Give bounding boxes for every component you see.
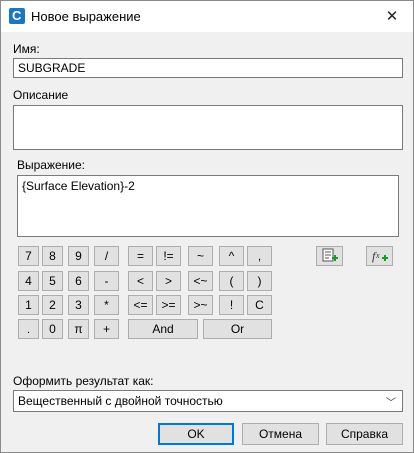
key-6[interactable]: 6 (68, 271, 89, 291)
key-5[interactable]: 5 (42, 271, 63, 291)
key-2[interactable]: 2 (42, 295, 63, 315)
key-comma[interactable]: , (247, 246, 272, 266)
key-less-approx[interactable]: <~ (188, 271, 213, 291)
key-close-paren[interactable]: ) (247, 271, 272, 291)
key-0[interactable]: 0 (42, 319, 63, 339)
key-approx[interactable]: ~ (188, 246, 213, 266)
result-format-dropdown[interactable]: Вещественный с двойной точностью ﹀ (13, 390, 403, 412)
key-divide[interactable]: / (94, 246, 119, 266)
description-input[interactable] (13, 105, 403, 150)
name-input[interactable]: SUBGRADE (13, 58, 403, 78)
close-icon[interactable]: ✕ (378, 4, 406, 29)
key-3[interactable]: 3 (68, 295, 89, 315)
key-greater[interactable]: > (156, 271, 181, 291)
key-and[interactable]: And (128, 319, 198, 339)
cancel-button[interactable]: Отмена (242, 423, 319, 445)
new-expression-dialog: C Новое выражение ✕ Имя: SUBGRADE Описан… (0, 0, 414, 453)
key-open-paren[interactable]: ( (219, 271, 244, 291)
key-plus[interactable]: + (94, 319, 119, 339)
key-1[interactable]: 1 (18, 295, 39, 315)
key-or[interactable]: Or (203, 319, 272, 339)
key-9[interactable]: 9 (68, 246, 89, 266)
key-multiply[interactable]: * (94, 295, 119, 315)
key-clear[interactable]: C (247, 295, 272, 315)
svg-text:x: x (375, 251, 380, 260)
title-bar: C Новое выражение ✕ (1, 1, 413, 32)
insert-property-icon (322, 248, 338, 262)
key-equals[interactable]: = (128, 246, 153, 266)
key-power[interactable]: ^ (219, 246, 244, 266)
insert-function-button[interactable]: f x (366, 246, 393, 266)
format-selected: Вещественный с двойной точностью (18, 394, 223, 408)
civil3d-app-icon: C (9, 8, 25, 24)
key-less-equal[interactable]: <= (128, 295, 153, 315)
key-pi[interactable]: π (68, 319, 89, 339)
expression-label: Выражение: (17, 158, 86, 172)
key-8[interactable]: 8 (42, 246, 63, 266)
key-greater-approx[interactable]: >~ (188, 295, 213, 315)
key-4[interactable]: 4 (18, 271, 39, 291)
key-decimal[interactable]: . (18, 319, 39, 339)
expression-input[interactable]: {Surface Elevation}-2 (17, 175, 399, 237)
key-less[interactable]: < (128, 271, 153, 291)
insert-function-icon: f x (372, 249, 388, 263)
key-greater-equal[interactable]: >= (156, 295, 181, 315)
key-not[interactable]: ! (219, 295, 244, 315)
format-label: Оформить результат как: (13, 374, 154, 388)
help-button[interactable]: Справка (326, 423, 403, 445)
window-title: Новое выражение (31, 9, 141, 24)
name-label: Имя: (13, 42, 40, 56)
key-not-equals[interactable]: != (156, 246, 181, 266)
chevron-down-icon: ﹀ (386, 398, 396, 409)
key-minus[interactable]: - (94, 271, 119, 291)
ok-button[interactable]: OK (158, 423, 234, 445)
insert-property-button[interactable] (316, 246, 343, 266)
description-label: Описание (13, 88, 69, 102)
key-7[interactable]: 7 (18, 246, 39, 266)
